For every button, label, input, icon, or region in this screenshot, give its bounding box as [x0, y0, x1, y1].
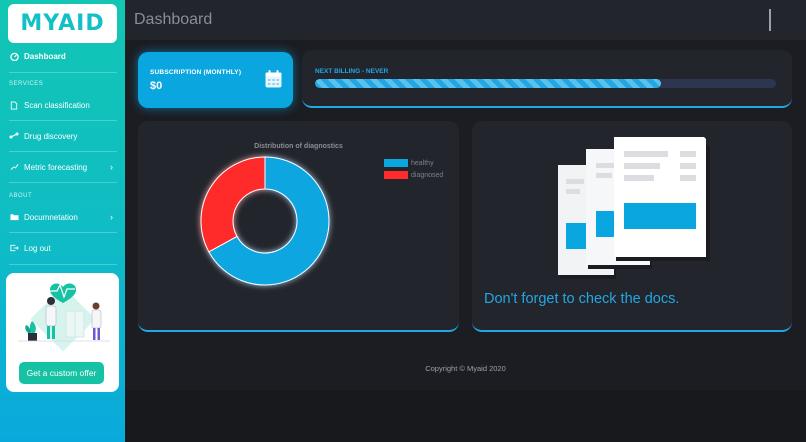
- billing-card: NEXT BILLING - NEVER: [302, 50, 792, 108]
- sidebar-item-label: Documnetation: [24, 212, 78, 222]
- docs-card[interactable]: Don't forget to check the docs.: [472, 121, 792, 332]
- legend-swatch-diagnosed: [384, 171, 408, 179]
- billing-progress-fill: [315, 79, 661, 88]
- subscription-value: $0: [150, 80, 163, 92]
- sidebar-divider: [9, 72, 117, 73]
- sidebar-item-label: Metric forecasting: [24, 162, 88, 172]
- sidebar-item-scan-classification[interactable]: Scan classification: [0, 90, 125, 120]
- logout-icon: [9, 243, 19, 253]
- sidebar-item-documentation[interactable]: Documnetation ›: [0, 202, 125, 232]
- chevron-right-icon: ›: [110, 162, 113, 172]
- sidebar-item-label: Drug discovery: [24, 131, 78, 141]
- bottom-strip: [125, 390, 806, 442]
- promo-card: Get a custom offer: [6, 273, 119, 392]
- diagnostics-donut-chart: [200, 156, 330, 286]
- legend-item-healthy[interactable]: healthy: [384, 159, 443, 167]
- topbar-divider: [769, 9, 771, 31]
- molecule-icon: [9, 131, 19, 141]
- sidebar-item-drug-discovery[interactable]: Drug discovery: [0, 121, 125, 151]
- sidebar: MYAID Dashboard SERVICES Scan classifica…: [0, 0, 125, 442]
- dashboard-gauge-icon: [9, 51, 19, 61]
- legend-label: diagnosed: [411, 171, 444, 179]
- sidebar-item-dashboard[interactable]: Dashboard: [0, 41, 125, 71]
- billing-progress-track: [315, 79, 776, 88]
- folder-icon: [9, 212, 19, 222]
- topbar: Dashboard: [125, 0, 806, 40]
- sidebar-item-label: Dashboard: [24, 51, 66, 61]
- legend-label: healthy: [411, 159, 434, 167]
- sidebar-item-label: Log out: [24, 243, 51, 253]
- section-label-services: SERVICES: [9, 81, 44, 87]
- subscription-label: SUBSCRIPTION (MONTHLY): [150, 69, 242, 76]
- page-title: Dashboard: [134, 11, 213, 28]
- docs-reminder-text: Don't forget to check the docs.: [484, 291, 680, 307]
- section-label-about: ABOUT: [9, 193, 33, 199]
- line-chart-icon: [9, 162, 19, 172]
- diagnostics-chart-card: Distribution of diagnostics healthy diag…: [138, 121, 459, 332]
- sidebar-item-log-out[interactable]: Log out: [0, 233, 125, 263]
- donut-slice-diagnosed[interactable]: [200, 156, 266, 253]
- sidebar-divider: [9, 264, 117, 265]
- sidebar-divider: [9, 182, 117, 183]
- file-icon: [9, 100, 19, 110]
- legend-item-diagnosed[interactable]: diagnosed: [384, 171, 443, 179]
- documents-illustration: [558, 137, 710, 279]
- chevron-right-icon: ›: [110, 212, 113, 222]
- chart-legend: healthy diagnosed: [384, 159, 443, 183]
- calendar-icon: [265, 70, 282, 88]
- subscription-card: SUBSCRIPTION (MONTHLY) $0: [138, 52, 293, 108]
- doctors-illustration: [18, 283, 110, 352]
- billing-label: NEXT BILLING - NEVER: [315, 68, 389, 75]
- get-custom-offer-button[interactable]: Get a custom offer: [19, 362, 104, 384]
- logo-text: MYAID: [20, 11, 105, 36]
- logo[interactable]: MYAID: [8, 4, 117, 43]
- copyright: Copyright © Myaid 2020: [425, 364, 506, 373]
- sidebar-item-label: Scan classification: [24, 100, 90, 110]
- sidebar-item-metric-forecasting[interactable]: Metric forecasting ›: [0, 152, 125, 182]
- legend-swatch-healthy: [384, 159, 408, 167]
